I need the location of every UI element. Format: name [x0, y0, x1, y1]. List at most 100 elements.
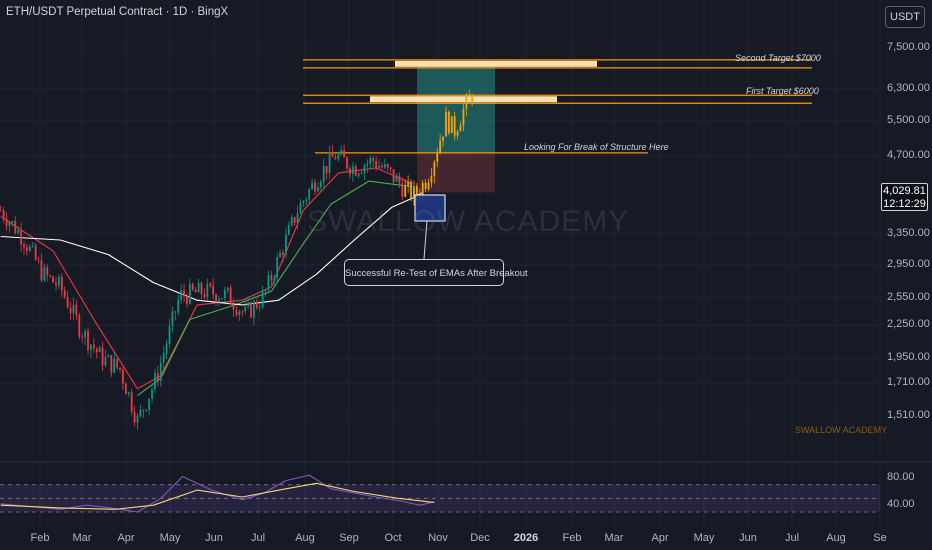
price-tick-label: 2,250.00 — [887, 318, 930, 330]
candle-body — [439, 140, 442, 154]
candle-body — [139, 409, 142, 416]
candle-body — [427, 182, 430, 190]
time-tick-label: Dec — [470, 532, 490, 544]
candle-body — [241, 311, 244, 313]
candle-body — [375, 160, 378, 168]
candle-body — [130, 392, 133, 412]
candle-body — [156, 373, 159, 382]
price-tick-label: 1,510.00 — [887, 409, 930, 421]
candle-body — [116, 358, 119, 368]
candle-body — [142, 409, 145, 411]
candle-body — [381, 165, 383, 168]
time-tick-label: Apr — [651, 532, 669, 544]
time-tick-label: May — [693, 532, 715, 544]
candle-body — [424, 182, 427, 190]
candle-body — [270, 275, 273, 281]
candle-body — [133, 411, 136, 423]
candle-body — [308, 189, 311, 200]
price-tick-label: 4,700.00 — [887, 149, 930, 161]
candle-body — [226, 287, 229, 291]
first-target-band — [370, 96, 557, 103]
candle-body — [37, 259, 40, 261]
candle-body — [360, 173, 363, 174]
candle-body — [81, 336, 84, 338]
candle-body — [0, 210, 2, 212]
candle-body — [252, 301, 255, 318]
candle-body — [183, 290, 185, 297]
candle-body — [215, 294, 217, 303]
candle-body — [127, 392, 130, 395]
candle-body — [389, 167, 392, 170]
second-target-band — [395, 60, 597, 67]
candle-body — [84, 330, 87, 338]
candle-body — [31, 245, 34, 247]
candle-body — [296, 213, 299, 223]
candle-body — [351, 166, 354, 175]
candle-body — [465, 95, 468, 109]
price-tick-label: 7,500.00 — [887, 41, 930, 53]
candle-body — [206, 283, 209, 297]
time-tick-label: Apr — [117, 532, 135, 544]
candle-body — [287, 225, 290, 235]
candle-body — [267, 275, 270, 291]
candle-body — [282, 252, 284, 255]
candle-body — [378, 165, 380, 168]
candle-body — [220, 298, 223, 300]
second-target-label: Second Target $7000 — [735, 53, 821, 63]
candle-body — [40, 260, 43, 281]
candle-body — [404, 185, 407, 197]
time-tick-label: Sep — [339, 532, 359, 544]
candle-body — [46, 267, 49, 276]
candle-body — [5, 219, 8, 227]
candle-body — [450, 116, 453, 133]
candle-body — [171, 311, 174, 326]
candle-body — [430, 175, 433, 183]
candle-body — [168, 325, 171, 344]
candle-body — [290, 217, 293, 226]
candle-body — [453, 116, 456, 136]
price-tick-label: 3,350.00 — [887, 227, 930, 239]
price-tick-label: 5,500.00 — [887, 114, 930, 126]
candle-body — [255, 301, 258, 308]
price-tick-label: 1,710.00 — [887, 376, 930, 388]
candle-body — [305, 199, 308, 202]
candle-body — [398, 175, 401, 184]
candle-body — [340, 150, 343, 155]
candle-body — [273, 277, 276, 281]
candle-body — [238, 311, 241, 316]
candle-body — [314, 182, 316, 192]
candle-body — [197, 282, 200, 293]
candle-body — [459, 125, 462, 132]
candle-body — [212, 285, 215, 295]
candle-body — [223, 290, 226, 299]
candle-body — [415, 186, 418, 195]
candle-body — [209, 283, 212, 286]
currency-button[interactable]: USDT — [885, 6, 925, 28]
first-target-label: First Target $6000 — [746, 86, 819, 96]
candle-body — [279, 252, 281, 258]
candle-body — [325, 166, 328, 173]
candle-body — [20, 229, 22, 245]
candle-body — [346, 157, 348, 169]
candle-body — [421, 182, 424, 196]
last-price: 4,029.81 — [883, 185, 926, 197]
candle-body — [436, 153, 439, 163]
long-profit-zone — [417, 63, 495, 153]
candle-body — [119, 367, 121, 370]
candle-body — [392, 169, 395, 182]
candle-body — [87, 330, 89, 350]
break-of-structure-label: Looking For Break of Structure Here — [524, 142, 669, 152]
candle-body — [203, 294, 206, 297]
candle-body — [34, 245, 37, 260]
candle-body — [302, 201, 305, 203]
candle-body — [247, 302, 249, 307]
candle-body — [442, 136, 444, 141]
candle-body — [276, 257, 279, 278]
candle-body — [90, 344, 92, 350]
candle-body — [58, 276, 60, 286]
candle-body — [229, 287, 232, 305]
candle-body — [337, 154, 340, 160]
candle-body — [299, 202, 302, 214]
bar-countdown: 12:12:29 — [883, 198, 926, 210]
time-tick-label: Se — [873, 532, 887, 544]
